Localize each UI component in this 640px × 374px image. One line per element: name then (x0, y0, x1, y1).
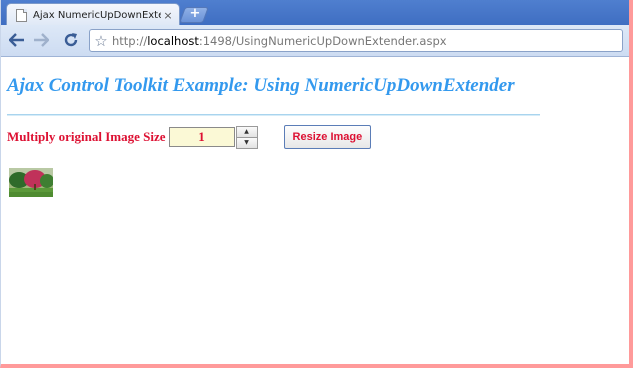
size-label: Multiply original Image Size (7, 129, 166, 144)
reload-icon (64, 33, 78, 47)
resize-image-button[interactable]: Resize Image (283, 125, 372, 149)
stepper-down-button[interactable]: ▼ (235, 137, 258, 149)
numeric-stepper: ▲ ▼ (235, 125, 258, 149)
forward-arrow-icon (34, 33, 49, 47)
tab-title: Ajax NumericUpDownExten... (33, 9, 161, 21)
close-icon[interactable]: × (161, 9, 175, 22)
browser-toolbar: ☆ http://localhost:1498/UsingNumericUpDo… (1, 25, 629, 57)
plus-icon: + (189, 6, 201, 21)
address-bar[interactable]: ☆ http://localhost:1498/UsingNumericUpDo… (89, 29, 623, 52)
forward-button[interactable] (31, 30, 51, 50)
tree-landscape-image (9, 168, 53, 197)
page-icon (16, 8, 27, 22)
browser-tab[interactable]: Ajax NumericUpDownExten... × (6, 3, 180, 26)
browser-window: Ajax NumericUpDownExten... × + ☆ http://… (0, 0, 633, 368)
stepper-up-button[interactable]: ▲ (235, 125, 258, 138)
resize-form: Multiply original Image Size ▲ ▼ Resize … (7, 125, 372, 149)
tab-strip: Ajax NumericUpDownExten... × + (1, 0, 629, 26)
url-text[interactable]: http://localhost:1498/UsingNumericUpDown… (112, 34, 447, 48)
back-button[interactable] (7, 30, 27, 50)
page-title: Ajax Control Toolkit Example: Using Nume… (7, 75, 515, 96)
new-tab-button[interactable]: + (179, 6, 209, 23)
horizontal-rule (7, 114, 540, 116)
size-multiplier-input[interactable] (168, 127, 235, 147)
bookmark-star-icon[interactable]: ☆ (90, 32, 112, 50)
reload-button[interactable] (61, 30, 81, 50)
back-arrow-icon (9, 33, 24, 47)
